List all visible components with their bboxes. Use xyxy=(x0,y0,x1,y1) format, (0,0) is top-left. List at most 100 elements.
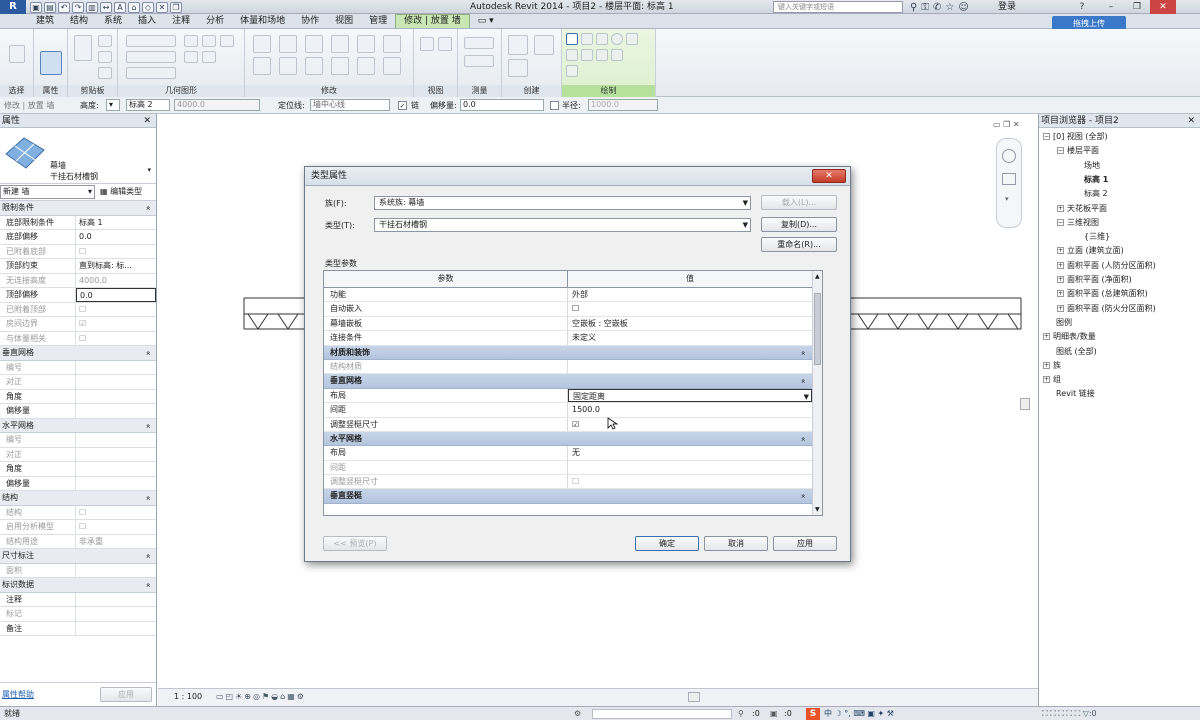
parameter-group-header[interactable]: 垂直网格 xyxy=(324,374,812,389)
zoom-icon[interactable] xyxy=(1002,173,1016,185)
match-properties-icon[interactable] xyxy=(98,67,112,79)
maximize-button[interactable]: ❐ xyxy=(1124,0,1150,14)
parameter-value[interactable]: 空嵌板 : 空嵌板 xyxy=(568,317,812,330)
minimize-button[interactable]: – xyxy=(1098,0,1124,14)
subscription-icon[interactable]: ⚿ xyxy=(921,2,929,13)
design-options-field[interactable] xyxy=(592,709,732,719)
revit-logo[interactable]: R xyxy=(0,0,26,14)
tree-toggle-icon[interactable]: + xyxy=(1057,247,1064,255)
tab-view[interactable]: 视图 xyxy=(327,14,361,28)
property-section[interactable]: 结构 xyxy=(0,491,156,506)
property-value[interactable]: ☐ xyxy=(76,332,156,346)
browser-node[interactable]: + 面积平面 (人防分区面积) xyxy=(1057,259,1156,272)
properties-apply-button[interactable]: 应用 xyxy=(100,687,152,702)
paint-icon[interactable] xyxy=(184,51,198,63)
parameter-row[interactable]: 连接条件 未定义 xyxy=(324,331,812,346)
scroll-down-icon[interactable]: ▼ xyxy=(815,506,820,513)
rectangle-draw-icon[interactable] xyxy=(581,33,593,45)
paste-icon[interactable] xyxy=(74,35,92,61)
binoculars-icon[interactable]: ⚲ xyxy=(910,2,917,13)
tab-architecture[interactable]: 建筑 xyxy=(28,14,62,28)
browser-node[interactable]: + 面积平面 (总建筑面积) xyxy=(1057,287,1148,300)
property-row[interactable]: 注释 xyxy=(0,592,156,607)
parameter-group-header[interactable]: 垂直竖梃 xyxy=(324,489,812,504)
property-value[interactable]: ☐ xyxy=(76,303,156,317)
property-row[interactable]: 底部限制条件 标高 1 xyxy=(0,215,156,230)
properties-icon[interactable] xyxy=(40,51,62,75)
property-row[interactable]: 面积 xyxy=(0,563,156,578)
move-icon[interactable] xyxy=(253,57,271,75)
close-button[interactable]: ✕ xyxy=(1150,0,1176,14)
browser-node[interactable]: 场地 xyxy=(1071,159,1100,172)
remove-paint-icon[interactable] xyxy=(202,51,216,63)
selection-filter-icons[interactable]: ⛶ ⛶ ⛶ ⛶ ⛶ ▽:0 xyxy=(1042,707,1097,720)
switch-window-icon[interactable]: ❐ xyxy=(170,1,182,13)
parameter-row[interactable]: 调整竖梃尺寸 ☑ xyxy=(324,417,812,432)
type-selector[interactable]: 幕墙 干挂石材槽钢 ▾ xyxy=(0,128,156,184)
location-line-select[interactable]: 墙中心线 xyxy=(310,99,390,111)
property-value[interactable] xyxy=(76,361,156,375)
property-row[interactable]: 对正 xyxy=(0,447,156,462)
demolish-icon[interactable] xyxy=(220,35,234,47)
parameter-value[interactable]: 1500.0 xyxy=(568,403,812,416)
offset-field[interactable]: 0.0 xyxy=(460,99,544,111)
browser-node[interactable]: 图例 xyxy=(1043,316,1072,329)
parameter-value[interactable]: ☐ xyxy=(568,475,812,488)
level-select[interactable]: 标高 2 xyxy=(126,99,170,111)
dialog-close-button[interactable]: ✕ xyxy=(812,169,846,183)
property-value[interactable]: 直到标高: 标... xyxy=(76,259,156,273)
tab-manage[interactable]: 管理 xyxy=(361,14,395,28)
nav-expand-icon[interactable]: ▾ xyxy=(1005,195,1009,203)
property-row[interactable]: 角度 xyxy=(0,389,156,404)
tree-toggle-icon[interactable]: + xyxy=(1043,376,1050,384)
scroll-up-icon[interactable]: ▲ xyxy=(815,273,820,280)
parameter-row[interactable]: 自动嵌入 ☐ xyxy=(324,302,812,317)
tab-insert[interactable]: 插入 xyxy=(130,14,164,28)
tree-toggle-icon[interactable]: + xyxy=(1043,361,1050,369)
parameter-value[interactable]: ☐ xyxy=(568,302,812,315)
polygon-draw-icon[interactable] xyxy=(596,33,608,45)
horizontal-scroll-thumb[interactable] xyxy=(688,692,700,702)
worksets-icon[interactable]: ⚙ xyxy=(574,707,581,720)
property-row[interactable]: 顶部偏移 0.0 xyxy=(0,288,156,303)
property-value[interactable]: ☐ xyxy=(76,506,156,520)
tree-toggle-icon[interactable]: + xyxy=(1057,276,1064,283)
duplicate-button[interactable]: 复制(D)... xyxy=(761,217,837,232)
property-value[interactable] xyxy=(76,607,156,621)
browser-node[interactable]: {三维} xyxy=(1071,230,1110,243)
property-row[interactable]: 对正 xyxy=(0,375,156,390)
ok-button[interactable]: 确定 xyxy=(635,536,699,551)
view-window-controls[interactable]: ▭ ❐ ✕ xyxy=(993,120,1020,129)
redo-icon[interactable]: ↷ xyxy=(72,1,84,13)
rename-button[interactable]: 重命名(R)... xyxy=(761,237,837,252)
parameter-value[interactable] xyxy=(568,461,812,474)
property-section[interactable]: 水平网格 xyxy=(0,418,156,433)
browser-node[interactable]: + 族 xyxy=(1043,359,1061,372)
property-row[interactable]: 房间边界 ☑ xyxy=(0,317,156,332)
pick-lines-icon[interactable] xyxy=(566,65,578,77)
group-select-label[interactable]: 选择 xyxy=(0,85,33,97)
arc-draw-icon[interactable] xyxy=(626,33,638,45)
split-icon[interactable] xyxy=(331,57,349,75)
close-icon[interactable]: ✕ xyxy=(1187,114,1195,128)
browser-node[interactable]: + 明细表/数量 xyxy=(1043,330,1096,343)
cut-icon[interactable] xyxy=(98,35,112,47)
parameter-group-header[interactable]: 水平网格 xyxy=(324,431,812,447)
property-value[interactable] xyxy=(76,433,156,447)
measure-icon[interactable]: ↔ xyxy=(100,1,112,13)
property-row[interactable]: 备注 xyxy=(0,621,156,636)
property-value[interactable] xyxy=(76,622,156,636)
tab-structure[interactable]: 结构 xyxy=(62,14,96,28)
scrollbar-thumb[interactable] xyxy=(814,293,821,365)
tree-toggle-icon[interactable]: + xyxy=(1057,204,1064,212)
new-wall-select[interactable]: 新建 墙 ▾ xyxy=(0,185,95,199)
create-assembly-icon[interactable] xyxy=(508,35,528,55)
type-select[interactable]: 干挂石材槽钢 ▼ xyxy=(374,218,751,232)
property-value[interactable]: 标高 1 xyxy=(76,216,156,230)
tab-analyze[interactable]: 分析 xyxy=(198,14,232,28)
override-graphics-icon[interactable] xyxy=(438,37,452,51)
wall-joins-icon[interactable] xyxy=(184,35,198,47)
parameter-row[interactable]: 调整竖梃尺寸 ☐ xyxy=(324,475,812,490)
property-row[interactable]: 与体量相关 ☐ xyxy=(0,331,156,346)
help-search-input[interactable]: 键入关键字或短语 xyxy=(773,1,903,13)
